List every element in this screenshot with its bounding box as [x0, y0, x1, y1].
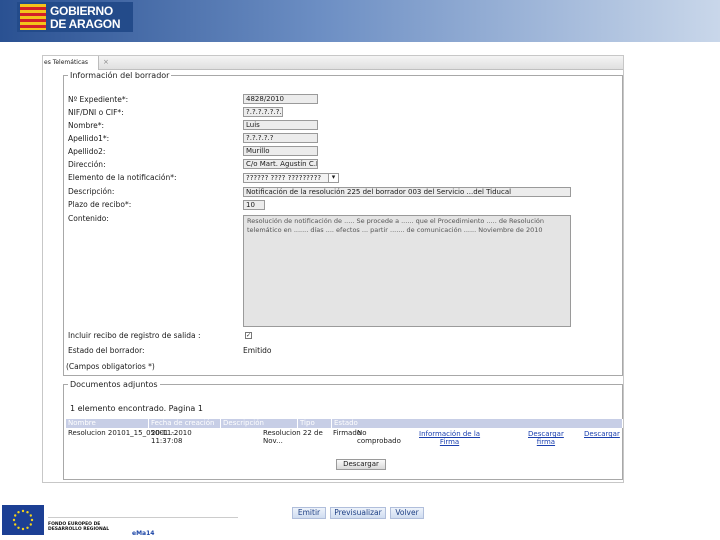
- direccion-field: C/o Mart. Agustín C.B: [243, 159, 318, 169]
- footer-divider: [48, 517, 238, 518]
- contenido-label: Contenido:: [68, 214, 109, 223]
- logo-text-line1: GOBIERNO: [50, 4, 113, 18]
- plazo-recibo-label: Plazo de recibo*:: [68, 200, 132, 209]
- descripcion-field: Notificación de la resolución 225 del bo…: [243, 187, 571, 197]
- cell-descripcion-line1: Resolucion 22 de: [263, 429, 323, 437]
- estado-borrador-value: Emitido: [243, 346, 272, 355]
- footer-link[interactable]: eMa14: [132, 530, 154, 537]
- cell-estado-line2: comprobado: [357, 437, 401, 445]
- nombre-field: Luis: [243, 120, 318, 130]
- logo-text-line2: DE ARAGON: [50, 17, 121, 31]
- column-header-fecha[interactable]: Fecha de creación: [149, 419, 221, 428]
- elemento-notificacion-select[interactable]: ?????? ???? ????????? ▾: [243, 173, 339, 183]
- tab-notificaciones-telematicas[interactable]: es Telemáticas: [43, 56, 99, 70]
- results-count: 1 elemento encontrado. Pagina 1: [70, 404, 203, 413]
- expediente-label: Nº Expediente*:: [68, 95, 129, 104]
- contenido-textarea: Resolución de notificación de ..... Se p…: [243, 215, 571, 327]
- informacion-firma-link-line1[interactable]: Información de la: [419, 430, 480, 438]
- aragon-shield-icon: [20, 4, 46, 30]
- descargar-button[interactable]: Descargar: [336, 459, 386, 470]
- elemento-notificacion-value: ?????? ???? ?????????: [246, 174, 322, 182]
- column-header-estado[interactable]: Estado: [332, 419, 623, 428]
- direccion-label: Dirección:: [68, 160, 106, 169]
- app-frame: es Telemáticas × Información del borrado…: [42, 55, 624, 483]
- previsualizar-button[interactable]: Previsualizar: [330, 507, 386, 519]
- informacion-firma-link[interactable]: Información de la Firma: [419, 430, 480, 446]
- nif-field: ?.?.?.?.?.?.?.?: [243, 107, 283, 117]
- column-header-tipo[interactable]: Tipo: [298, 419, 332, 428]
- descargar-firma-link-line2[interactable]: firma: [528, 438, 564, 446]
- informacion-firma-link-line2[interactable]: Firma: [419, 438, 480, 446]
- estado-borrador-label: Estado del borrador:: [68, 346, 145, 355]
- cell-fecha: 20-11-2010 11:37:08: [151, 429, 192, 445]
- descripcion-label: Descripción:: [68, 187, 115, 196]
- documentos-table: Nombre Fecha de creación Descripción Tip…: [66, 419, 623, 449]
- cell-fecha-line2: 11:37:08: [151, 437, 183, 445]
- feder-label-line2: DESARROLLO REGIONAL: [48, 527, 110, 532]
- nombre-label: Nombre*:: [68, 121, 105, 130]
- elemento-notificacion-label: Elemento de la notificación*:: [68, 173, 177, 182]
- apellido1-field: ?.?.?.?.?: [243, 133, 318, 143]
- plazo-recibo-field: 10: [243, 200, 265, 210]
- apellido2-label: Apellido2:: [68, 147, 106, 156]
- expediente-field: 4828/2010: [243, 94, 318, 104]
- descargar-link[interactable]: Descargar: [584, 430, 620, 438]
- chevron-down-icon[interactable]: ▾: [328, 174, 338, 182]
- volver-button[interactable]: Volver: [390, 507, 424, 519]
- emitir-button[interactable]: Emitir: [292, 507, 326, 519]
- descargar-firma-link-line1[interactable]: Descargar: [528, 430, 564, 438]
- eu-flag-icon: [2, 505, 44, 535]
- column-header-descripcion[interactable]: Descripción: [221, 419, 298, 428]
- recibo-registro-checkbox[interactable]: ✓: [245, 332, 252, 339]
- feder-label: FONDO EUROPEO DE DESARROLLO REGIONAL: [48, 522, 109, 532]
- descargar-firma-link[interactable]: Descargar firma: [528, 430, 564, 446]
- apellido2-field: Murillo: [243, 146, 318, 156]
- campos-obligatorios-note: (Campos obligatorios *): [66, 362, 155, 371]
- documentos-adjuntos-legend: Documentos adjuntos: [70, 380, 158, 389]
- tab-bar: es Telemáticas ×: [43, 56, 623, 70]
- apellido1-label: Apellido1*:: [68, 134, 110, 143]
- top-banner: GOBIERNO DE ARAGON: [0, 0, 720, 42]
- column-header-nombre[interactable]: Nombre: [66, 419, 149, 428]
- cell-estado-line1: No: [357, 429, 367, 437]
- cell-descripcion: Resolucion 22 de Nov...: [263, 429, 323, 445]
- cell-descripcion-line2: Nov...: [263, 437, 283, 445]
- nif-label: NIF/DNI o CIF*:: [68, 108, 124, 117]
- cell-estado: No comprobado: [357, 429, 401, 445]
- recibo-registro-label: Incluir recibo de registro de salida :: [68, 331, 201, 340]
- info-borrador-legend: Información del borrador: [70, 71, 170, 80]
- close-tab-icon[interactable]: ×: [103, 56, 109, 69]
- gobierno-aragon-logo: GOBIERNO DE ARAGON: [17, 2, 133, 32]
- cell-fecha-line1: 20-11-2010: [151, 429, 192, 437]
